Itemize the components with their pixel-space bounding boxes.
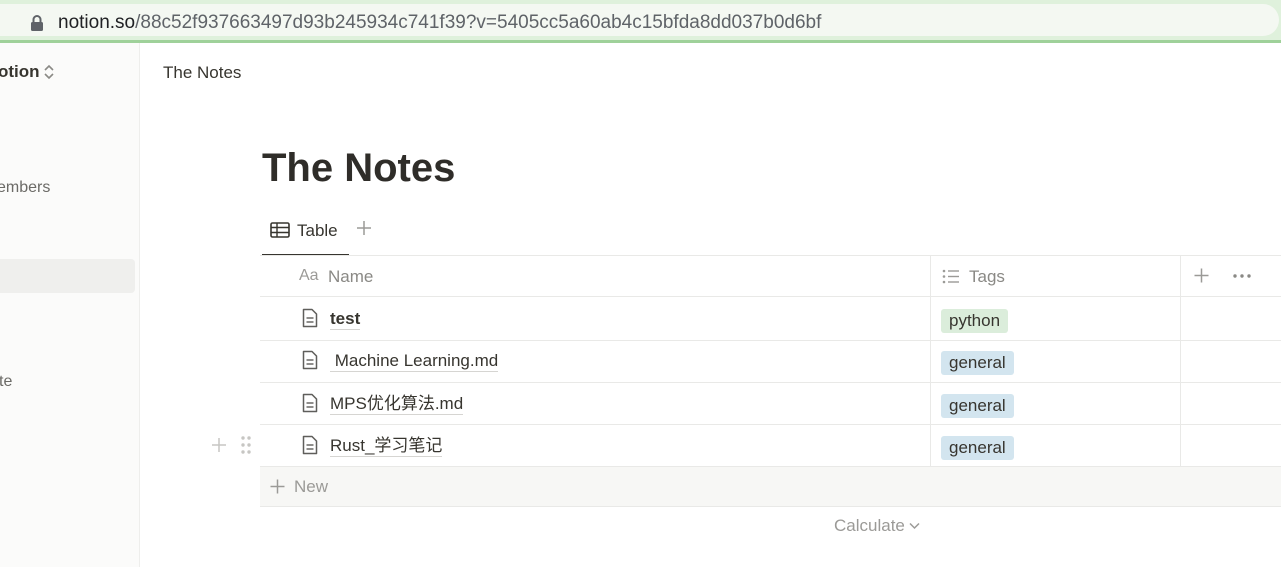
lock-icon[interactable] — [30, 15, 44, 31]
text-property-icon: Aa — [299, 267, 319, 284]
sidebar-item-active[interactable] — [0, 259, 135, 293]
list-icon — [942, 269, 959, 284]
chevron-updown-icon[interactable] — [42, 63, 56, 81]
add-row-icon[interactable] — [211, 437, 227, 453]
add-view-icon[interactable] — [356, 220, 372, 236]
page-icon — [302, 393, 318, 413]
new-row-button[interactable]: New — [260, 467, 1281, 506]
more-options-icon[interactable] — [1232, 274, 1252, 278]
workspace-switcher[interactable]: otion — [0, 62, 40, 82]
page-icon — [302, 435, 318, 455]
url-field[interactable]: notion.so/88c52f937663497d93b245934c741f… — [0, 4, 1279, 36]
chevron-down-icon[interactable] — [909, 522, 920, 530]
page-icon — [302, 308, 318, 328]
tag-pill[interactable]: general — [941, 394, 1014, 418]
table-row[interactable]: Machine Learning.md general — [260, 340, 1281, 382]
new-row-label: New — [294, 477, 329, 496]
browser-address-bar: notion.so/88c52f937663497d93b245934c741f… — [0, 0, 1281, 43]
plus-icon — [270, 479, 285, 494]
url-path: /88c52f937663497d93b245934c741f39?v=5405… — [135, 12, 822, 33]
table-row[interactable]: MPS优化算法.md general — [260, 383, 1281, 425]
table-row[interactable]: Rust_学习笔记 general — [260, 425, 1281, 467]
column-header-name[interactable]: Name — [328, 267, 373, 287]
row-title[interactable]: Machine Learning.md — [330, 351, 499, 372]
tag-pill[interactable]: general — [941, 436, 1014, 460]
url-text[interactable]: notion.so/88c52f937663497d93b245934c741f… — [58, 12, 821, 34]
table-icon — [270, 222, 290, 238]
page-title[interactable]: The Notes — [262, 146, 455, 191]
sidebar: otion embers te — [0, 43, 140, 567]
sidebar-item-te[interactable]: te — [0, 373, 12, 391]
drag-handle-icon[interactable] — [240, 435, 252, 455]
header-bottom-border — [260, 296, 1281, 297]
tag-pill[interactable]: python — [941, 309, 1009, 333]
table-top-border — [260, 255, 1281, 256]
page-icon — [302, 350, 318, 370]
tab-table-label: Table — [297, 221, 338, 240]
calculate-button[interactable]: Calculate — [834, 516, 905, 536]
table-bottom-border — [260, 506, 1281, 507]
add-property-icon[interactable] — [1194, 268, 1209, 283]
row-title[interactable]: test — [330, 309, 361, 330]
sidebar-item-members[interactable]: embers — [0, 179, 50, 197]
column-header-tags[interactable]: Tags — [969, 267, 1005, 287]
table-row[interactable]: test python — [260, 298, 1281, 340]
tab-table[interactable]: Table — [262, 216, 349, 256]
tag-pill[interactable]: general — [941, 351, 1014, 375]
breadcrumb[interactable]: The Notes — [163, 63, 241, 83]
url-host: notion.so — [58, 12, 136, 33]
row-title[interactable]: Rust_学习笔记 — [330, 436, 443, 457]
row-title[interactable]: MPS优化算法.md — [330, 394, 464, 415]
